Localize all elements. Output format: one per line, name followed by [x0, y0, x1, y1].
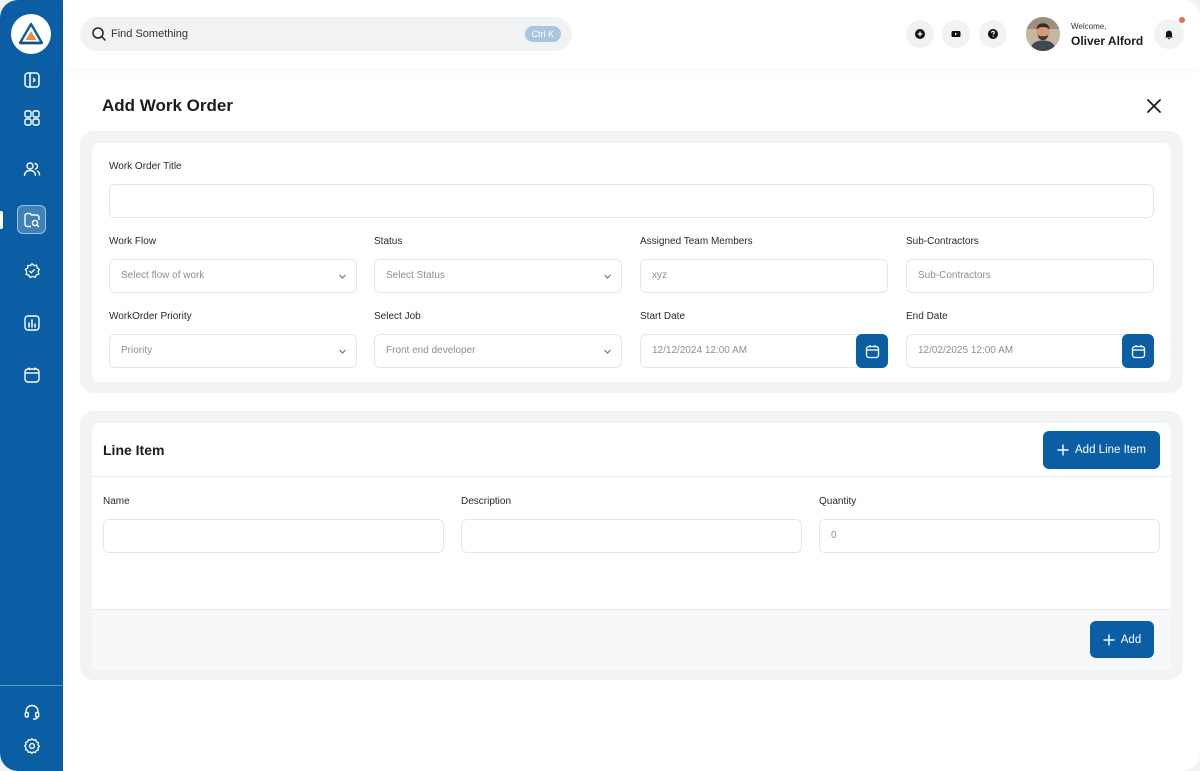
video-button[interactable]	[942, 20, 970, 48]
welcome-text: Welcome,	[1071, 22, 1107, 31]
app-logo[interactable]	[11, 14, 51, 54]
team-members-label: Assigned Team Members	[640, 236, 753, 247]
subcontractors-label: Sub-Contractors	[906, 236, 979, 247]
end-date-label: End Date	[906, 311, 948, 322]
sidebar-item-dashboard[interactable]	[17, 103, 46, 132]
sidebar	[0, 0, 63, 771]
sidebar-divider	[0, 685, 63, 686]
gear-icon	[23, 737, 40, 754]
priority-select[interactable]: Priority	[109, 334, 357, 368]
top-bar: Ctrl K Welcome, Oliver Alford	[63, 0, 1200, 68]
search-shortcut-badge: Ctrl K	[524, 26, 561, 42]
priority-placeholder: Priority	[121, 345, 153, 356]
user-name: Oliver Alford	[1071, 34, 1144, 48]
status-select[interactable]: Select Status	[374, 259, 622, 293]
plus-icon	[1057, 444, 1069, 456]
app-window: Ctrl K Welcome, Oliver Alford	[0, 0, 1200, 771]
footer-divider	[92, 609, 1171, 610]
status-placeholder: Select Status	[386, 270, 445, 281]
start-date-input[interactable]: 12/12/2024 12:00 AM	[640, 334, 888, 368]
sidebar-item-support[interactable]	[17, 697, 46, 726]
job-value: Front end developer	[386, 345, 476, 356]
add-line-item-label: Add Line Item	[1075, 444, 1146, 456]
calendar-icon	[1131, 344, 1145, 358]
end-date-value: 12/02/2025 12:00 AM	[918, 345, 1014, 356]
team-members-input[interactable]: xyz	[640, 259, 888, 293]
sidebar-item-badges[interactable]	[17, 256, 46, 285]
notifications-button[interactable]	[1154, 17, 1185, 49]
search-input[interactable]	[111, 17, 511, 51]
sidebar-item-users[interactable]	[17, 154, 46, 183]
chevron-down-icon	[604, 274, 611, 279]
add-button[interactable]: Add	[1090, 621, 1154, 658]
sidebar-item-reports[interactable]	[17, 308, 46, 337]
headset-icon	[24, 704, 39, 720]
plus-icon	[915, 29, 925, 39]
line-item-divider	[92, 476, 1171, 477]
help-icon	[988, 29, 998, 39]
grid-icon	[23, 109, 40, 126]
job-label: Select Job	[374, 311, 421, 322]
team-members-value: xyz	[652, 270, 667, 281]
workflow-select[interactable]: Select flow of work	[109, 259, 357, 293]
chevron-down-icon	[339, 349, 346, 354]
sidebar-item-calendar[interactable]	[17, 360, 46, 389]
sidebar-item-toggle[interactable]	[17, 65, 46, 94]
work-order-title-label: Work Order Title	[109, 161, 182, 172]
work-order-form-card: Work Order Title Work Flow Select flow o…	[80, 131, 1183, 393]
quantity-column-label: Quantity	[819, 496, 857, 507]
add-line-item-button[interactable]: Add Line Item	[1043, 431, 1160, 469]
line-item-card: Line Item Add Line Item Name Description…	[80, 411, 1183, 680]
chevron-down-icon	[339, 274, 346, 279]
quantity-value: 0	[831, 530, 837, 541]
page-title: Add Work Order	[102, 96, 233, 115]
priority-label: WorkOrder Priority	[109, 311, 192, 322]
work-orders-icon	[23, 212, 40, 227]
workflow-label: Work Flow	[109, 236, 157, 247]
sidebar-item-settings[interactable]	[17, 731, 46, 760]
line-item-footer: Add	[92, 609, 1171, 669]
logo-icon	[18, 22, 44, 45]
reports-icon	[23, 314, 40, 331]
quantity-input[interactable]: 0	[819, 519, 1160, 553]
status-label: Status	[374, 236, 403, 247]
sidebar-toggle-icon	[23, 71, 40, 88]
start-date-picker-button[interactable]	[856, 334, 888, 368]
sidebar-item-work-orders[interactable]	[17, 205, 46, 234]
search-icon	[92, 27, 106, 41]
quick-add-button[interactable]	[906, 20, 934, 48]
description-column-label: Description	[461, 496, 512, 507]
calendar-icon	[865, 344, 879, 358]
line-item-title: Line Item	[103, 442, 165, 458]
start-date-value: 12/12/2024 12:00 AM	[652, 345, 748, 356]
subcontractors-placeholder: Sub-Contractors	[918, 270, 991, 281]
users-icon	[23, 161, 40, 176]
close-icon[interactable]	[1145, 97, 1163, 115]
name-column-label: Name	[103, 496, 130, 507]
description-input[interactable]	[461, 519, 802, 553]
work-order-title-input[interactable]	[109, 184, 1154, 218]
help-button[interactable]	[979, 20, 1007, 48]
end-date-input[interactable]: 12/02/2025 12:00 AM	[906, 334, 1154, 368]
avatar[interactable]	[1026, 17, 1060, 51]
end-date-picker-button[interactable]	[1122, 334, 1154, 368]
video-icon	[951, 31, 961, 37]
line-item-section: Line Item Add Line Item Name Description…	[92, 423, 1171, 669]
bell-icon	[1165, 30, 1173, 40]
name-input[interactable]	[103, 519, 444, 553]
job-select[interactable]: Front end developer	[374, 334, 622, 368]
notification-dot	[1179, 17, 1185, 23]
active-indicator	[0, 211, 3, 229]
workflow-placeholder: Select flow of work	[121, 270, 205, 281]
calendar-icon	[23, 367, 40, 383]
badge-icon	[24, 262, 40, 278]
search-bar[interactable]: Ctrl K	[80, 17, 572, 51]
start-date-label: Start Date	[640, 311, 686, 322]
user-photo	[1026, 17, 1060, 51]
subcontractors-input[interactable]: Sub-Contractors	[906, 259, 1154, 293]
add-button-label: Add	[1120, 633, 1142, 646]
plus-icon	[1103, 633, 1115, 646]
chevron-down-icon	[604, 349, 611, 354]
work-order-form: Work Order Title Work Flow Select flow o…	[92, 143, 1171, 382]
